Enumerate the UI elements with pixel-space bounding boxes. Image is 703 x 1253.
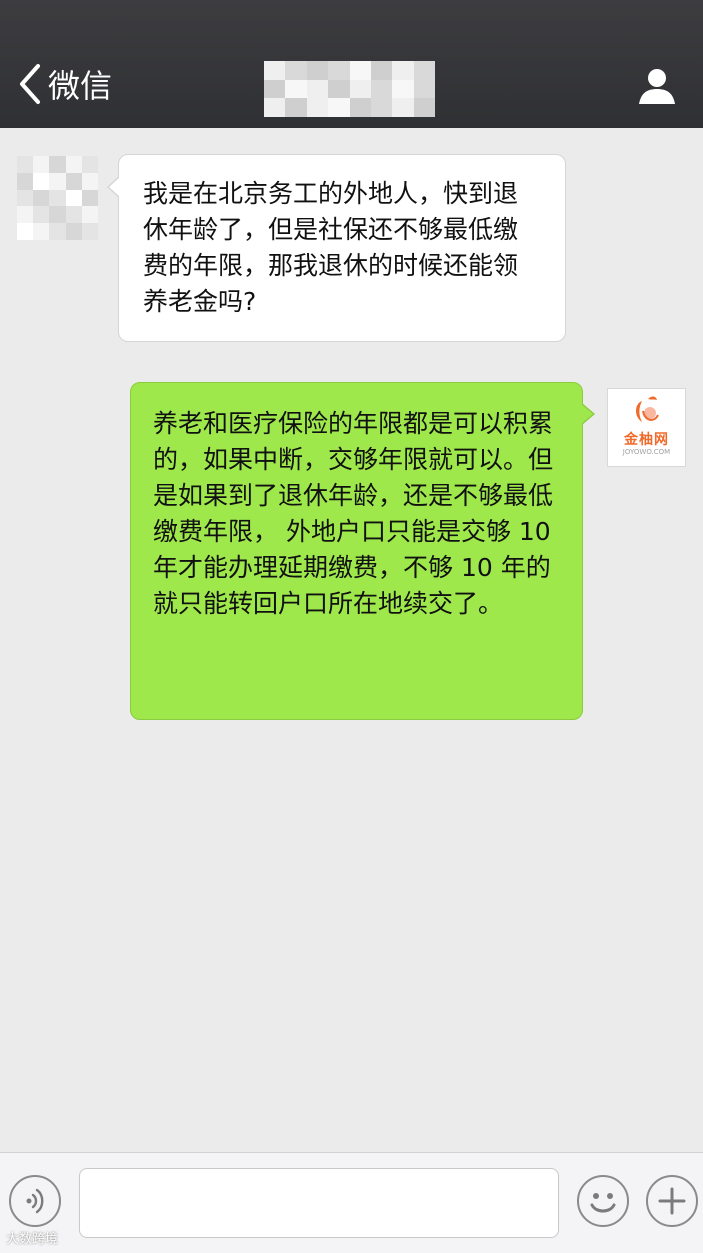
outgoing-message-text: 养老和医疗保险的年限都是可以积累的，如果中断，交够年限就可以。但是如果到了退休年…: [153, 409, 554, 618]
back-label: 微信: [48, 67, 113, 105]
outgoing-message-bubble[interactable]: 养老和医疗保险的年限都是可以积累的，如果中断，交够年限就可以。但是如果到了退休年…: [130, 382, 595, 720]
more-options-button[interactable]: [646, 1175, 698, 1227]
jinyou-logo-icon: [636, 396, 659, 422]
message-input-bar: [0, 1152, 703, 1253]
back-button[interactable]: 微信: [16, 58, 112, 110]
voice-input-button[interactable]: [9, 1175, 61, 1227]
navigation-bar: 微信: [0, 0, 703, 128]
voice-wave-icon: [26, 1188, 44, 1214]
smiley-face-icon: [590, 1193, 616, 1213]
plus-icon: [658, 1187, 686, 1215]
self-avatar[interactable]: 金柚网 JOYOWO.COM: [607, 388, 686, 467]
contact-profile-button[interactable]: [637, 66, 677, 106]
logo-domain: JOYOWO.COM: [622, 448, 671, 456]
chevron-left-icon: [20, 64, 40, 104]
message-text-input[interactable]: [79, 1168, 559, 1238]
sender-avatar-pixelated[interactable]: [17, 156, 98, 240]
person-icon: [639, 69, 675, 104]
logo-wordmark: 金柚网: [624, 432, 669, 448]
conversation-title-pixelated: [264, 61, 435, 117]
incoming-message-text: 我是在北京务工的外地人，快到退休年龄了，但是社保还不够最低缴费的年限，那我退休的…: [143, 179, 519, 316]
incoming-message-bubble[interactable]: 我是在北京务工的外地人，快到退休年龄了，但是社保还不够最低缴费的年限，那我退休的…: [107, 154, 566, 342]
wechat-chat-screen: 微信 我是在北京务工的外地人，快到退休年龄了，但是社保还不够最低缴费的年限，那我…: [0, 0, 703, 1253]
watermark-text: 大数跨境: [6, 1232, 59, 1247]
emoji-button[interactable]: [577, 1175, 629, 1227]
